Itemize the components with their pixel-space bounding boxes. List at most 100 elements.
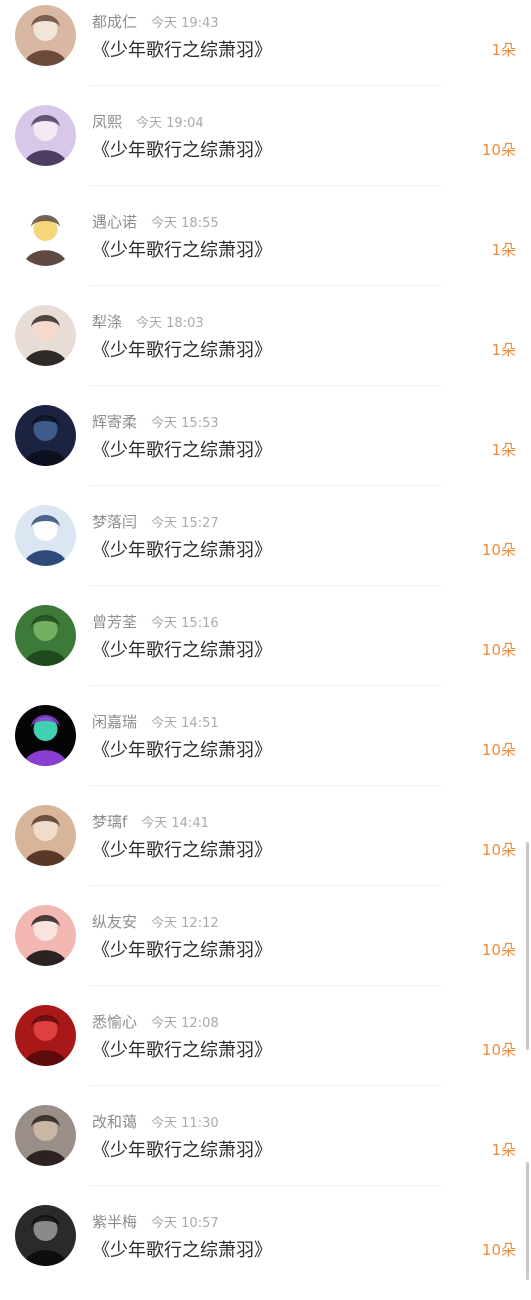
- record-meta: 闲嘉瑞 今天 14:51: [92, 711, 219, 731]
- row-divider: [90, 985, 441, 986]
- gift-record-row[interactable]: 悉愉心 今天 12:08 《少年歌行之综萧羽》 10朵: [0, 1000, 531, 1100]
- user-name[interactable]: 闲嘉瑞: [92, 713, 137, 731]
- user-name[interactable]: 悉愉心: [92, 1013, 137, 1031]
- flower-count: 10朵: [481, 841, 516, 859]
- record-meta: 都成仁 今天 19:43: [92, 11, 219, 31]
- record-meta: 改和蔼 今天 11:30: [92, 1111, 219, 1131]
- gift-record-row[interactable]: 纵友安 今天 12:12 《少年歌行之综萧羽》 10朵: [0, 900, 531, 1000]
- user-name[interactable]: 遇心诺: [92, 213, 137, 231]
- gift-record-row[interactable]: 曾芳荃 今天 15:16 《少年歌行之综萧羽》 10朵: [0, 600, 531, 700]
- user-avatar[interactable]: [15, 205, 76, 266]
- gift-record-row[interactable]: 梦落闫 今天 15:27 《少年歌行之综萧羽》 10朵: [0, 500, 531, 600]
- avatar-anime-girl-blue: [15, 505, 76, 566]
- gift-record-row[interactable]: 辉寄柔 今天 15:53 《少年歌行之综萧羽》 1朵: [0, 400, 531, 500]
- record-time: 今天 18:03: [136, 316, 204, 331]
- user-avatar[interactable]: [15, 905, 76, 966]
- user-avatar[interactable]: [15, 305, 76, 366]
- scrollbar-thumb-upper[interactable]: [526, 842, 529, 1050]
- row-divider: [90, 185, 441, 186]
- book-title[interactable]: 《少年歌行之综萧羽》: [92, 836, 272, 862]
- record-time: 今天 12:12: [151, 916, 219, 931]
- gift-record-list: 都成仁 今天 19:43 《少年歌行之综萧羽》 1朵 凤熙 今天 19:04 《少年歌行之综…: [0, 0, 531, 1280]
- book-title[interactable]: 《少年歌行之综萧羽》: [92, 536, 272, 562]
- record-meta: 曾芳荃 今天 15:16: [92, 611, 219, 631]
- record-time: 今天 10:57: [151, 1216, 219, 1231]
- book-title[interactable]: 《少年歌行之综萧羽》: [92, 236, 272, 262]
- user-name[interactable]: 辉寄柔: [92, 413, 137, 431]
- record-time: 今天 12:08: [151, 1016, 219, 1031]
- book-title[interactable]: 《少年歌行之综萧羽》: [92, 1036, 272, 1062]
- book-title[interactable]: 《少年歌行之综萧羽》: [92, 136, 272, 162]
- user-avatar[interactable]: [15, 605, 76, 666]
- user-name[interactable]: 纵友安: [92, 913, 137, 931]
- avatar-anime-girl-purple: [15, 105, 76, 166]
- user-avatar[interactable]: [15, 105, 76, 166]
- user-avatar[interactable]: [15, 405, 76, 466]
- user-name[interactable]: 紫半梅: [92, 1213, 137, 1231]
- record-meta: 梦璃f 今天 14:41: [92, 811, 209, 831]
- gift-record-row[interactable]: 犁涤 今天 18:03 《少年歌行之综萧羽》 1朵: [0, 300, 531, 400]
- book-title[interactable]: 《少年歌行之综萧羽》: [92, 936, 272, 962]
- record-meta: 犁涤 今天 18:03: [92, 311, 204, 331]
- flower-count: 1朵: [491, 41, 516, 59]
- record-meta: 遇心诺 今天 18:55: [92, 211, 219, 231]
- user-avatar[interactable]: [15, 505, 76, 566]
- record-time: 今天 14:51: [151, 716, 219, 731]
- user-avatar[interactable]: [15, 1205, 76, 1266]
- user-name[interactable]: 凤熙: [92, 113, 122, 131]
- record-time: 今天 15:53: [151, 416, 219, 431]
- gift-record-row[interactable]: 紫半梅 今天 10:57 《少年歌行之综萧羽》 10朵: [0, 1200, 531, 1300]
- scrollbar-thumb-lower[interactable]: [526, 1162, 529, 1280]
- record-time: 今天 14:41: [141, 816, 209, 831]
- row-divider: [90, 1185, 441, 1186]
- row-divider: [90, 685, 441, 686]
- row-divider: [90, 385, 441, 386]
- row-divider: [90, 485, 441, 486]
- book-title[interactable]: 《少年歌行之综萧羽》: [92, 1136, 272, 1162]
- gift-record-row[interactable]: 梦璃f 今天 14:41 《少年歌行之综萧羽》 10朵: [0, 800, 531, 900]
- gift-record-row[interactable]: 闲嘉瑞 今天 14:51 《少年歌行之综萧羽》 10朵: [0, 700, 531, 800]
- flower-count: 1朵: [491, 341, 516, 359]
- record-meta: 纵友安 今天 12:12: [92, 911, 219, 931]
- user-name[interactable]: 曾芳荃: [92, 613, 137, 631]
- user-avatar[interactable]: [15, 1105, 76, 1166]
- user-avatar[interactable]: [15, 705, 76, 766]
- record-time: 今天 11:30: [151, 1116, 219, 1131]
- user-avatar[interactable]: [15, 5, 76, 66]
- row-divider: [90, 585, 441, 586]
- flower-count: 10朵: [481, 1041, 516, 1059]
- gift-record-row[interactable]: 改和蔼 今天 11:30 《少年歌行之综萧羽》 1朵: [0, 1100, 531, 1200]
- user-name[interactable]: 都成仁: [92, 13, 137, 31]
- user-name[interactable]: 犁涤: [92, 313, 122, 331]
- flower-count: 10朵: [481, 541, 516, 559]
- avatar-green-leaves: [15, 605, 76, 666]
- book-title[interactable]: 《少年歌行之综萧羽》: [92, 1236, 272, 1262]
- user-avatar[interactable]: [15, 1005, 76, 1066]
- flower-count: 1朵: [491, 241, 516, 259]
- book-title[interactable]: 《少年歌行之综萧羽》: [92, 36, 272, 62]
- avatar-neon-flower: [15, 705, 76, 766]
- avatar-girl-warm: [15, 805, 76, 866]
- gift-record-row[interactable]: 都成仁 今天 19:43 《少年歌行之综萧羽》 1朵: [0, 0, 531, 100]
- record-meta: 梦落闫 今天 15:27: [92, 511, 219, 531]
- user-name[interactable]: 梦璃f: [92, 813, 127, 831]
- book-title[interactable]: 《少年歌行之综萧羽》: [92, 636, 272, 662]
- gift-record-row[interactable]: 遇心诺 今天 18:55 《少年歌行之综萧羽》 1朵: [0, 200, 531, 300]
- book-title[interactable]: 《少年歌行之综萧羽》: [92, 336, 272, 362]
- book-title[interactable]: 《少年歌行之综萧羽》: [92, 736, 272, 762]
- gift-record-row[interactable]: 凤熙 今天 19:04 《少年歌行之综萧羽》 10朵: [0, 100, 531, 200]
- record-meta: 悉愉心 今天 12:08: [92, 1011, 219, 1031]
- flower-count: 10朵: [481, 1241, 516, 1259]
- avatar-monochrome-person: [15, 1205, 76, 1266]
- record-time: 今天 15:16: [151, 616, 219, 631]
- user-name[interactable]: 梦落闫: [92, 513, 137, 531]
- record-time: 今天 15:27: [151, 516, 219, 531]
- user-name[interactable]: 改和蔼: [92, 1113, 137, 1131]
- user-avatar[interactable]: [15, 805, 76, 866]
- flower-count: 10朵: [481, 141, 516, 159]
- avatar-flower-girl: [15, 5, 76, 66]
- avatar-hat-character: [15, 205, 76, 266]
- avatar-girl-selfie: [15, 305, 76, 366]
- record-meta: 辉寄柔 今天 15:53: [92, 411, 219, 431]
- book-title[interactable]: 《少年歌行之综萧羽》: [92, 436, 272, 462]
